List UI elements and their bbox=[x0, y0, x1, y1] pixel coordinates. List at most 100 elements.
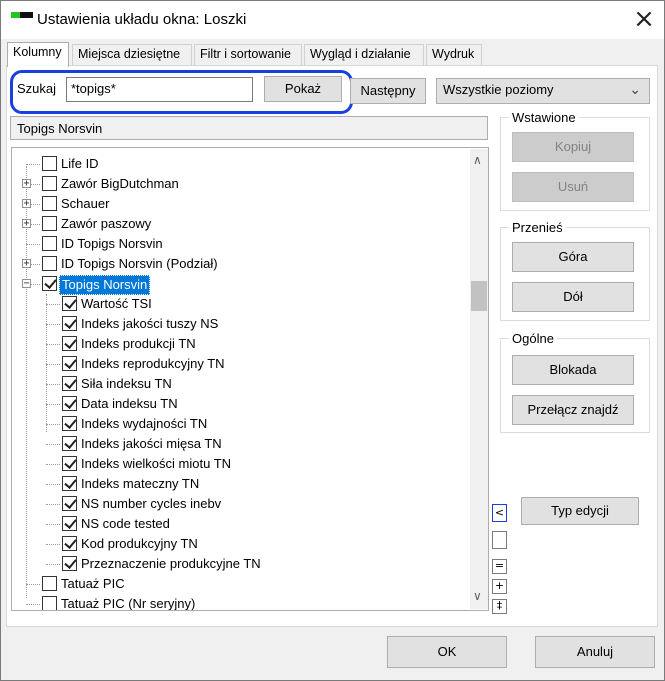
tree-connector bbox=[26, 244, 40, 245]
expand-icon[interactable]: + bbox=[22, 179, 31, 189]
tree-item[interactable]: + Zawór paszowy bbox=[12, 214, 467, 234]
app-icon bbox=[11, 12, 33, 26]
tree-item[interactable]: Tatuaż PIC (Nr seryjny) bbox=[12, 594, 467, 610]
tree-item-label: Tatuaż PIC bbox=[61, 576, 125, 591]
remove-button[interactable]: Usuń bbox=[512, 172, 634, 202]
tree-item[interactable]: Indeks jakości mięsa TN bbox=[12, 434, 467, 454]
search-input[interactable]: *topigs* bbox=[66, 77, 253, 102]
tree-item[interactable]: Data indeksu TN bbox=[12, 394, 467, 414]
tree-item[interactable]: + Zawór BigDutchman bbox=[12, 174, 467, 194]
tree-item-checkbox[interactable] bbox=[62, 496, 77, 511]
tab-filtr-sortowanie[interactable]: Filtr i sortowanie bbox=[194, 44, 302, 65]
tab-wyglad-dzialanie[interactable]: Wygląd i działanie bbox=[304, 44, 424, 65]
collapse-icon[interactable]: < bbox=[492, 504, 507, 522]
tree-connector bbox=[26, 604, 40, 605]
tree-item-checkbox[interactable] bbox=[62, 416, 77, 431]
tree-item-checkbox[interactable] bbox=[62, 376, 77, 391]
tree-item-checkbox[interactable] bbox=[42, 216, 57, 231]
tree-item-checkbox[interactable] bbox=[42, 596, 57, 610]
tree-item[interactable]: Indeks jakości tuszy NS bbox=[12, 314, 467, 334]
group-general: Ogólne Blokada Przełącz znajdź bbox=[500, 331, 650, 433]
move-down-button[interactable]: Dół bbox=[512, 282, 634, 312]
tree-item[interactable]: Wartość TSI bbox=[12, 294, 467, 314]
expand-icon[interactable]: + bbox=[22, 219, 31, 229]
tree-item[interactable]: Indeks wydajności TN bbox=[12, 414, 467, 434]
tree-item[interactable]: ID Topigs Norsvin bbox=[12, 234, 467, 254]
tree-item-checkbox[interactable] bbox=[42, 276, 57, 291]
toggle-find-button[interactable]: Przełącz znajdź bbox=[512, 395, 634, 425]
tree-item[interactable]: Przeznaczenie produkcyjne TN bbox=[12, 554, 467, 574]
ok-button[interactable]: OK bbox=[387, 636, 507, 668]
tree-item[interactable]: Life ID bbox=[12, 154, 467, 174]
tree-item-checkbox[interactable] bbox=[42, 256, 57, 271]
edit-type-button[interactable]: Typ edycji bbox=[521, 497, 639, 525]
tree-item-label: Life ID bbox=[61, 156, 99, 171]
scroll-down-icon[interactable]: ∨ bbox=[473, 589, 482, 603]
expand-icon[interactable]: + bbox=[22, 259, 31, 269]
tree-item[interactable]: Indeks mateczny TN bbox=[12, 474, 467, 494]
tree-item-checkbox[interactable] bbox=[62, 296, 77, 311]
tree-item-checkbox[interactable] bbox=[42, 236, 57, 251]
plus-icon[interactable]: + bbox=[492, 579, 507, 594]
move-up-button[interactable]: Góra bbox=[512, 242, 634, 272]
levels-select[interactable]: Wszystkie poziomy ⌄ bbox=[436, 78, 650, 104]
scroll-thumb[interactable] bbox=[471, 281, 487, 311]
tree-item[interactable]: Kod produkcyjny TN bbox=[12, 534, 467, 554]
tree-item-label: Schauer bbox=[61, 196, 110, 211]
tree-item-checkbox[interactable] bbox=[62, 556, 77, 571]
tree-item-checkbox[interactable] bbox=[62, 516, 77, 531]
tree-connector bbox=[46, 524, 60, 525]
tree-item[interactable]: + ID Topigs Norsvin (Podział) bbox=[12, 254, 467, 274]
tree-item[interactable]: Indeks reprodukcyjny TN bbox=[12, 354, 467, 374]
tree-item-label: Indeks wydajności TN bbox=[81, 416, 208, 431]
expand-icon[interactable]: + bbox=[22, 199, 31, 209]
tab-miejsca-dziesietne[interactable]: Miejsca dziesiętne bbox=[72, 44, 192, 65]
tree-item-checkbox[interactable] bbox=[62, 396, 77, 411]
tree-item[interactable]: NS code tested bbox=[12, 514, 467, 534]
copy-button[interactable]: Kopiuj bbox=[512, 132, 634, 162]
tree-item[interactable]: Siła indeksu TN bbox=[12, 374, 467, 394]
tree-item-checkbox[interactable] bbox=[62, 476, 77, 491]
tree-item-label: NS number cycles inebv bbox=[81, 496, 222, 511]
tree-item[interactable]: Indeks wielkości miotu TN bbox=[12, 454, 467, 474]
tree-item-checkbox[interactable] bbox=[42, 176, 57, 191]
tree-item[interactable]: − Topigs Norsvin bbox=[12, 274, 467, 295]
tab-wydruk[interactable]: Wydruk bbox=[426, 44, 482, 65]
show-button[interactable]: Pokaż bbox=[264, 76, 342, 102]
tree-connector bbox=[46, 444, 60, 445]
tree-item-checkbox[interactable] bbox=[62, 336, 77, 351]
next-button[interactable]: Następny bbox=[350, 78, 426, 104]
close-icon[interactable]: × bbox=[629, 5, 659, 35]
tree-connector bbox=[46, 324, 60, 325]
levels-selected: Wszystkie poziomy bbox=[443, 82, 554, 97]
tree-item-label: Topigs Norsvin bbox=[59, 275, 151, 295]
tree-item-checkbox[interactable] bbox=[42, 576, 57, 591]
tree-item[interactable]: Indeks produkcji TN bbox=[12, 334, 467, 354]
tree-item-label: ID Topigs Norsvin (Podział) bbox=[61, 256, 218, 271]
tree-item-label: NS code tested bbox=[81, 516, 170, 531]
column-tree[interactable]: Life ID + Zawór BigDutchman + Schauer + Zawór … bbox=[11, 147, 489, 611]
collapse-tree-icon[interactable]: − bbox=[22, 279, 31, 289]
tree-item[interactable]: NS number cycles inebv bbox=[12, 494, 467, 514]
tree-item-label: Indeks mateczny TN bbox=[81, 476, 200, 491]
tree-item-checkbox[interactable] bbox=[42, 156, 57, 171]
tree-item[interactable]: + Schauer bbox=[12, 194, 467, 214]
up-down-icon[interactable]: ‡ bbox=[492, 599, 507, 614]
tree-item-label: Indeks jakości mięsa TN bbox=[81, 436, 222, 451]
empty-box-button[interactable] bbox=[492, 531, 507, 549]
tree-item-checkbox[interactable] bbox=[62, 536, 77, 551]
window-title: Ustawienia układu okna: Loszki bbox=[37, 11, 247, 28]
tree-item-checkbox[interactable] bbox=[62, 456, 77, 471]
tree-item-checkbox[interactable] bbox=[62, 316, 77, 331]
lock-button[interactable]: Blokada bbox=[512, 355, 634, 385]
tree-item-checkbox[interactable] bbox=[62, 356, 77, 371]
equal-icon[interactable]: = bbox=[492, 559, 507, 574]
tree-item-checkbox[interactable] bbox=[42, 196, 57, 211]
cancel-button[interactable]: Anuluj bbox=[535, 636, 655, 668]
tree-connector bbox=[46, 544, 60, 545]
tree-item[interactable]: Tatuaż PIC bbox=[12, 574, 467, 594]
scroll-up-icon[interactable]: ∧ bbox=[473, 153, 482, 167]
tree-scrollbar[interactable]: ∧ ∨ bbox=[470, 149, 488, 609]
tree-item-checkbox[interactable] bbox=[62, 436, 77, 451]
tab-kolumny[interactable]: Kolumny bbox=[7, 42, 69, 67]
